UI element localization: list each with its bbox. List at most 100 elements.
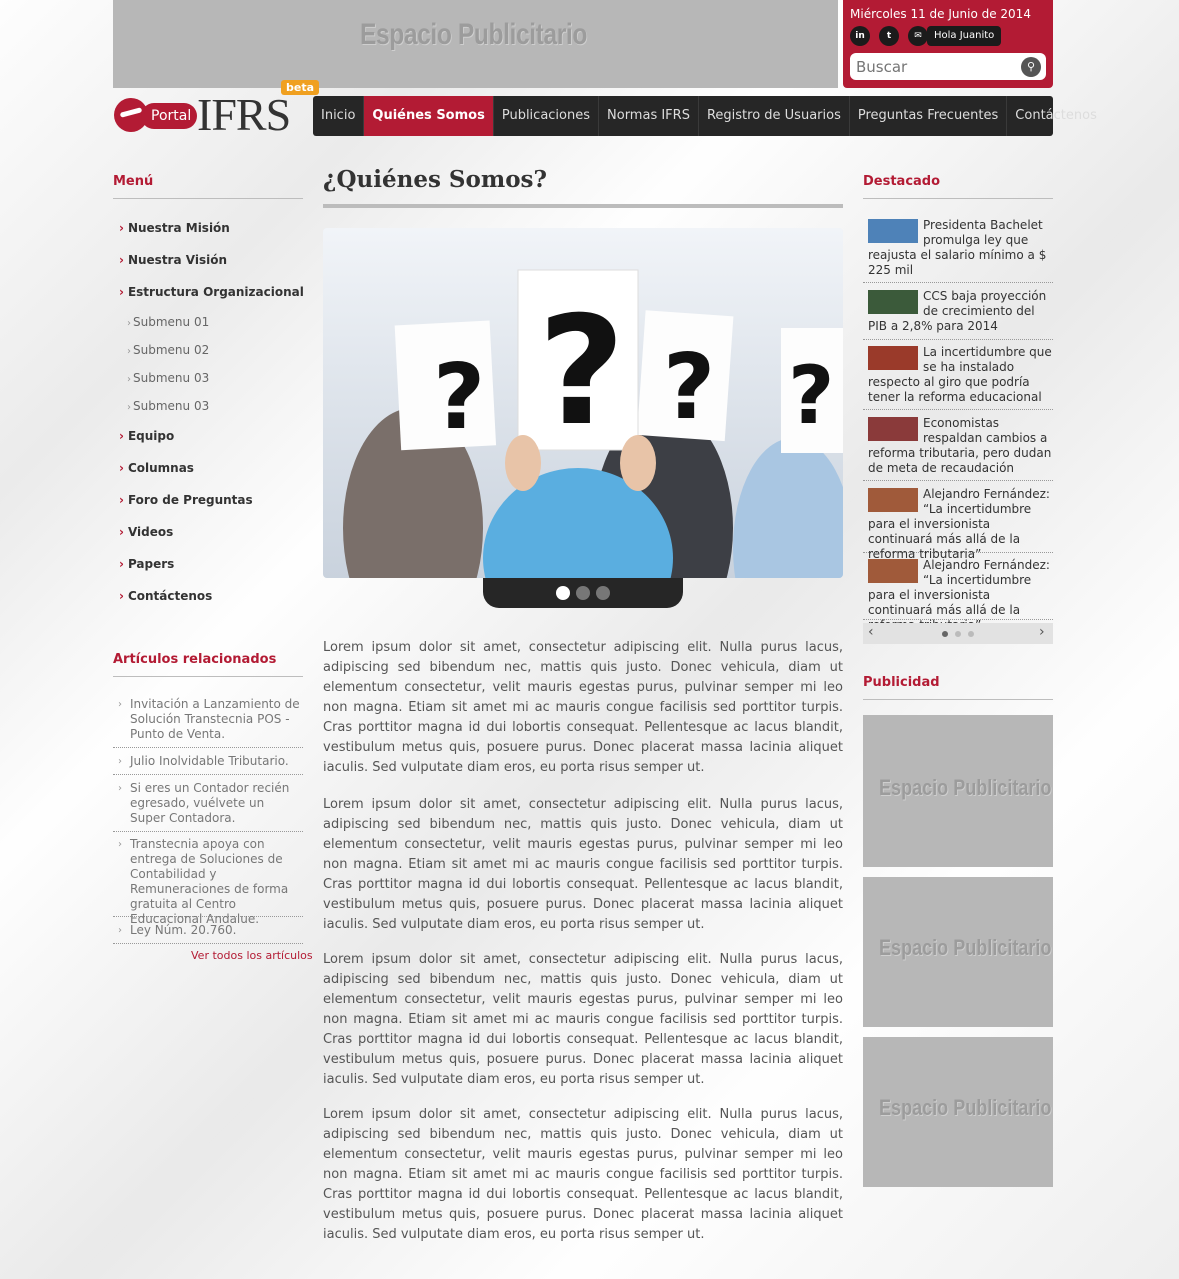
featured-news-item[interactable]: Alejandro Fernández: “La incertidumbre p… xyxy=(863,558,1053,632)
chevron-right-icon: › xyxy=(119,589,124,603)
chevron-right-icon: › xyxy=(127,374,131,385)
body-paragraph: Lorem ipsum dolor sit amet, consectetur … xyxy=(323,797,843,932)
chevron-right-icon: › xyxy=(119,493,124,507)
chevron-right-icon: › xyxy=(119,557,124,571)
page-title: ¿Quiénes Somos? xyxy=(323,166,547,193)
search-input[interactable] xyxy=(856,56,1016,77)
ads-title: Publicidad xyxy=(863,675,940,690)
chevron-right-icon: › xyxy=(119,461,124,475)
site-logo[interactable]: Portal IFRS beta xyxy=(113,80,320,140)
submenu-item[interactable]: › Submenu 03 xyxy=(127,399,209,413)
chevron-right-icon: › xyxy=(118,699,122,710)
see-all-articles-link[interactable]: Ver todos los artículos xyxy=(191,949,313,962)
body-paragraph: Lorem ipsum dolor sit amet, consectetur … xyxy=(323,1107,843,1242)
top-ad-banner[interactable]: Espacio Publicitario xyxy=(113,0,838,88)
page: Espacio Publicitario Miércoles 11 de Jun… xyxy=(113,0,1097,1279)
top-ad-text: Espacio Publicitario xyxy=(360,18,587,51)
chevron-right-icon: › xyxy=(118,783,122,794)
article-link[interactable]: › Invitación a Lanzamiento de Solución Tr… xyxy=(113,697,303,748)
featured-news-item[interactable]: Economistas respaldan cambios a reforma … xyxy=(863,416,1053,481)
slider-pagination xyxy=(483,578,683,608)
menu-item-columnas[interactable]: › Columnas xyxy=(119,461,194,475)
linkedin-icon[interactable]: in xyxy=(850,26,870,46)
featured-pager: ‹ › xyxy=(863,623,1053,644)
news-thumbnail xyxy=(868,488,918,512)
pager-dot[interactable] xyxy=(955,631,961,637)
menu-item-mision[interactable]: › Nuestra Misión xyxy=(119,221,230,235)
featured-news-item[interactable]: CCS baja proyección de crecimiento del P… xyxy=(863,289,1053,340)
user-box: Miércoles 11 de Junio de 2014 in t ✉ Hol… xyxy=(843,0,1053,88)
chevron-right-icon: › xyxy=(118,756,122,767)
svg-text:?: ? xyxy=(788,349,834,442)
news-thumbnail xyxy=(868,219,918,243)
menu-title: Menú xyxy=(113,174,154,189)
nav-publicaciones[interactable]: Publicaciones xyxy=(494,96,600,136)
article-link[interactable]: › Transtecnia apoya con entrega de Soluci… xyxy=(113,837,303,926)
ad-slot[interactable]: Espacio Publicitario xyxy=(863,715,1053,867)
ad-slot[interactable]: Espacio Publicitario xyxy=(863,877,1053,1027)
news-thumbnail xyxy=(868,290,918,314)
featured-news-item[interactable]: La incertidumbre que se ha instalado res… xyxy=(863,345,1053,410)
featured-title: Destacado xyxy=(863,174,941,189)
chevron-right-icon: › xyxy=(119,253,124,267)
news-thumbnail xyxy=(868,559,918,583)
chevron-right-icon: › xyxy=(119,429,124,443)
nav-contactenos[interactable]: Contáctenos xyxy=(1007,96,1105,136)
current-date: Miércoles 11 de Junio de 2014 xyxy=(850,7,1031,21)
submenu-item[interactable]: › Submenu 02 xyxy=(127,343,209,357)
nav-registro-usuarios[interactable]: Registro de Usuarios xyxy=(699,96,850,136)
menu-item-equipo[interactable]: › Equipo xyxy=(119,429,174,443)
logo-ifrs-text: IFRS xyxy=(197,89,291,140)
articles-title: Artículos relacionados xyxy=(113,652,277,667)
pager-dot[interactable] xyxy=(968,631,974,637)
menu-item-papers[interactable]: › Papers xyxy=(119,557,174,571)
logo-portal-text: Portal xyxy=(141,103,197,129)
nav-preguntas-frecuentes[interactable]: Preguntas Frecuentes xyxy=(850,96,1008,136)
email-icon[interactable]: ✉ xyxy=(908,26,928,46)
articles-divider xyxy=(113,676,303,677)
menu-item-videos[interactable]: › Videos xyxy=(119,525,173,539)
svg-text:?: ? xyxy=(663,335,715,440)
slide-dot[interactable] xyxy=(596,586,610,600)
search-box: ⚲ xyxy=(850,53,1046,80)
article-link[interactable]: › Ley Núm. 20.760. xyxy=(113,923,303,944)
main-nav: Inicio Quiénes Somos Publicaciones Norma… xyxy=(313,96,1097,136)
nav-inicio[interactable]: Inicio xyxy=(313,96,365,136)
submenu-item[interactable]: › Submenu 03 xyxy=(127,371,209,385)
body-paragraph: Lorem ipsum dolor sit amet, consectetur … xyxy=(323,952,843,1087)
slide-dot[interactable] xyxy=(576,586,590,600)
chevron-right-icon: › xyxy=(127,346,131,357)
slide-dot[interactable] xyxy=(556,586,570,600)
chevron-right-icon: › xyxy=(127,402,131,413)
search-icon[interactable]: ⚲ xyxy=(1021,57,1041,77)
chevron-right-icon: › xyxy=(127,318,131,329)
menu-item-contactenos[interactable]: › Contáctenos xyxy=(119,589,212,603)
news-thumbnail xyxy=(868,417,918,441)
chevron-right-icon: › xyxy=(118,839,122,850)
chevron-left-icon[interactable]: ‹ xyxy=(868,624,874,640)
svg-text:?: ? xyxy=(538,285,625,459)
chevron-right-icon[interactable]: › xyxy=(1039,624,1045,640)
nav-normas-ifrs[interactable]: Normas IFRS xyxy=(599,96,699,136)
menu-divider xyxy=(113,198,303,199)
featured-news-item[interactable]: Alejandro Fernández: “La incertidumbre p… xyxy=(863,487,1053,561)
featured-divider xyxy=(863,198,1053,199)
menu-item-estructura[interactable]: › Estructura Organizacional xyxy=(119,285,304,299)
featured-news-item[interactable]: Presidenta Bachelet promulga ley que rea… xyxy=(863,218,1053,283)
twitter-icon[interactable]: t xyxy=(879,26,899,46)
pager-dot[interactable] xyxy=(942,631,948,637)
submenu-item[interactable]: › Submenu 01 xyxy=(127,315,209,329)
ad-slot-text: Espacio Publicitario xyxy=(879,1095,1052,1120)
chevron-right-icon: › xyxy=(119,285,124,299)
title-divider xyxy=(323,204,843,208)
ad-slot-text: Espacio Publicitario xyxy=(879,775,1052,800)
nav-quienes-somos[interactable]: Quiénes Somos xyxy=(364,96,494,136)
ad-slot[interactable]: Espacio Publicitario xyxy=(863,1037,1053,1187)
article-link[interactable]: › Julio Inolvidable Tributario. xyxy=(113,754,303,775)
user-greeting[interactable]: Hola Juanito xyxy=(927,26,1002,46)
beta-badge: beta xyxy=(281,80,320,95)
menu-item-vision[interactable]: › Nuestra Visión xyxy=(119,253,227,267)
body-paragraph: Lorem ipsum dolor sit amet, consectetur … xyxy=(323,640,843,775)
menu-item-foro[interactable]: › Foro de Preguntas xyxy=(119,493,253,507)
article-link[interactable]: › Si eres un Contador recién egresado, vu… xyxy=(113,781,303,832)
